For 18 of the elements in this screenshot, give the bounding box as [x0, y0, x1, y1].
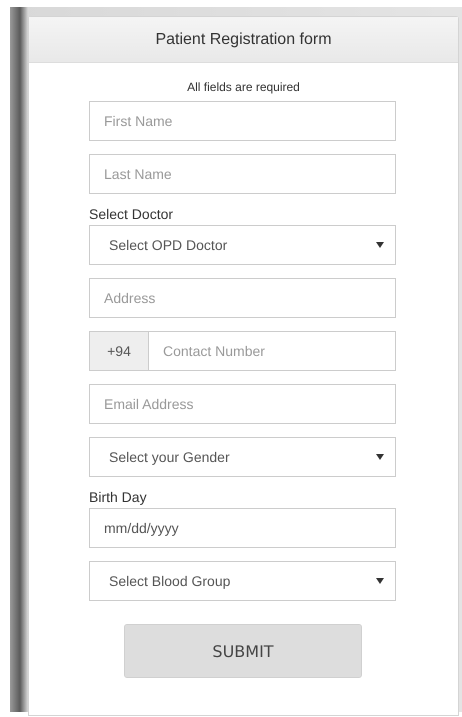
field-label: Birth Day — [89, 489, 147, 505]
caret-icon — [376, 454, 384, 460]
input-field[interactable]: Last Name — [89, 154, 396, 194]
required-note: All fields are required — [186, 80, 301, 94]
caret-icon — [376, 242, 384, 248]
input-field[interactable]: First Name — [89, 101, 396, 141]
field-label: Select Doctor — [89, 206, 174, 222]
input-field[interactable]: Email Address — [89, 384, 396, 424]
submit-button[interactable]: SUBMIT — [124, 624, 362, 678]
date-field[interactable]: mm/dd/yyyy — [89, 508, 396, 548]
select-field[interactable]: Select OPD Doctor — [89, 225, 396, 265]
form-title: Patient Registration form — [155, 30, 332, 48]
select-field[interactable]: Select your Gender — [89, 437, 396, 477]
phone-field[interactable]: Contact Number — [148, 331, 396, 371]
caret-icon — [376, 578, 384, 584]
select-field[interactable]: Select Blood Group — [89, 561, 396, 601]
country-code: +94 — [89, 331, 148, 371]
input-field[interactable]: Address — [89, 278, 396, 318]
